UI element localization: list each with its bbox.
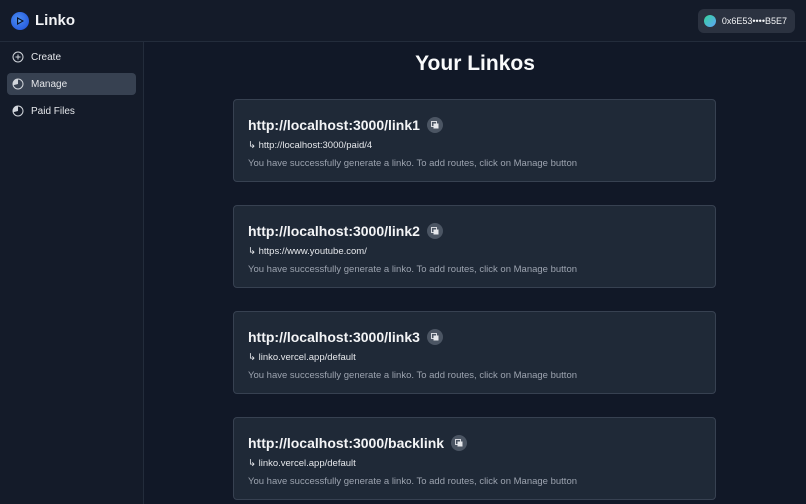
copy-button[interactable]: [426, 117, 443, 133]
copy-button[interactable]: [426, 223, 443, 239]
plus-circle-icon: [12, 51, 24, 63]
sidebar-item-create[interactable]: Create: [7, 46, 136, 68]
linko-target: ↳ http://localhost:3000/paid/4: [248, 140, 373, 151]
top-header: Linko 0x6E53••••B5E7: [0, 0, 806, 42]
wallet-button[interactable]: 0x6E53••••B5E7: [697, 8, 795, 33]
page-title: Your Linkos: [415, 52, 535, 75]
linko-message: You have successfully generate a linko. …: [248, 158, 578, 169]
sidebar: Create Manage Paid Files: [0, 42, 144, 504]
copy-icon: [430, 333, 439, 341]
linko-target: ↳ linko.vercel.app/default: [248, 458, 356, 469]
linko-message: You have successfully generate a linko. …: [248, 370, 578, 381]
app-name: Linko: [35, 12, 75, 29]
linko-card: http://localhost:3000/link1 ↳ http://loc…: [233, 99, 716, 182]
main-content: Your Linkos http://localhost:3000/link1 …: [144, 42, 806, 504]
linko-message: You have successfully generate a linko. …: [248, 264, 578, 275]
linko-target: ↳ linko.vercel.app/default: [248, 352, 356, 363]
linko-target: ↳ https://www.youtube.com/: [248, 246, 367, 257]
sidebar-item-label: Paid Files: [31, 105, 75, 117]
copy-icon: [430, 227, 439, 235]
linko-card: http://localhost:3000/backlink ↳ linko.v…: [233, 417, 716, 500]
linko-url[interactable]: http://localhost:3000/link2: [248, 223, 420, 239]
linko-logo-icon: [11, 11, 29, 30]
copy-icon: [430, 121, 439, 129]
sidebar-item-label: Manage: [31, 78, 68, 90]
wallet-avatar-icon: [703, 14, 716, 27]
pie-chart-icon: [12, 105, 24, 117]
linko-card: http://localhost:3000/link3 ↳ linko.verc…: [233, 311, 716, 394]
copy-button[interactable]: [426, 329, 443, 345]
linko-url[interactable]: http://localhost:3000/link3: [248, 329, 420, 345]
linko-message: You have successfully generate a linko. …: [248, 476, 578, 487]
linko-url[interactable]: http://localhost:3000/backlink: [248, 435, 444, 451]
copy-button[interactable]: [451, 435, 468, 451]
sidebar-item-manage[interactable]: Manage: [7, 73, 136, 95]
brand[interactable]: Linko: [11, 11, 75, 30]
copy-icon: [455, 439, 463, 447]
linko-url[interactable]: http://localhost:3000/link1: [248, 117, 420, 133]
sidebar-item-paid-files[interactable]: Paid Files: [7, 100, 136, 122]
sidebar-item-label: Create: [31, 51, 62, 63]
wallet-address: 0x6E53••••B5E7: [721, 15, 787, 26]
linko-card: http://localhost:3000/link2 ↳ https://ww…: [233, 205, 716, 288]
pie-chart-icon: [12, 78, 24, 90]
